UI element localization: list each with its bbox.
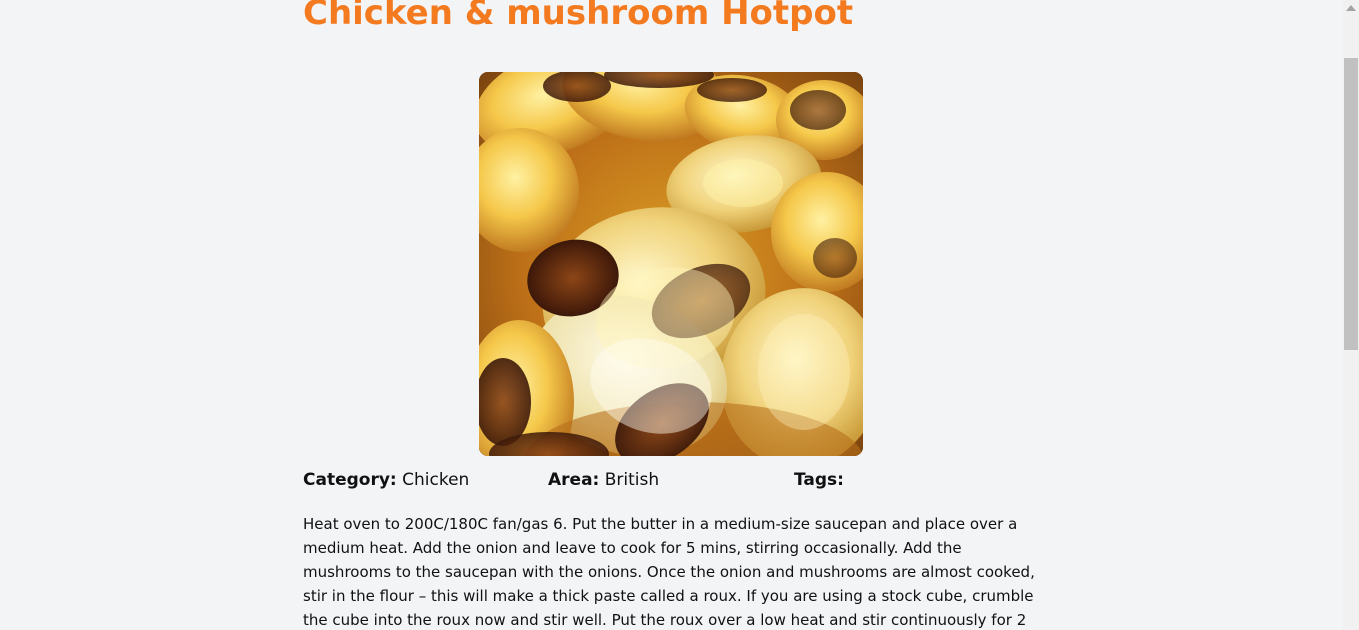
recipe-title: Chicken & mushroom Hotpot: [303, 0, 854, 33]
recipe-image: [479, 72, 863, 456]
category-value: Chicken: [402, 470, 470, 490]
scroll-up-arrow-icon[interactable]: [1346, 5, 1356, 11]
tags-info: Tags:: [794, 466, 844, 494]
recipe-page: Chicken & mushroom Hotpot Category: Chic…: [0, 0, 1359, 630]
page-scrollbar[interactable]: [1343, 0, 1359, 630]
tags-label: Tags:: [794, 470, 844, 490]
area-value: British: [604, 470, 660, 490]
hotpot-image: [479, 72, 863, 456]
area-label: Area:: [548, 470, 600, 490]
category-label: Category:: [303, 470, 397, 490]
recipe-instructions: Heat oven to 200C/180C fan/gas 6. Put th…: [303, 515, 1035, 629]
recipe-meta: Category: Chicken Area: British Tags:: [303, 466, 1043, 494]
recipe-content: Chicken & mushroom Hotpot Category: Chic…: [303, 0, 1043, 629]
category-info: Category: Chicken: [303, 466, 469, 494]
scrollbar-thumb[interactable]: [1344, 58, 1358, 350]
area-info: Area: British: [548, 466, 659, 494]
